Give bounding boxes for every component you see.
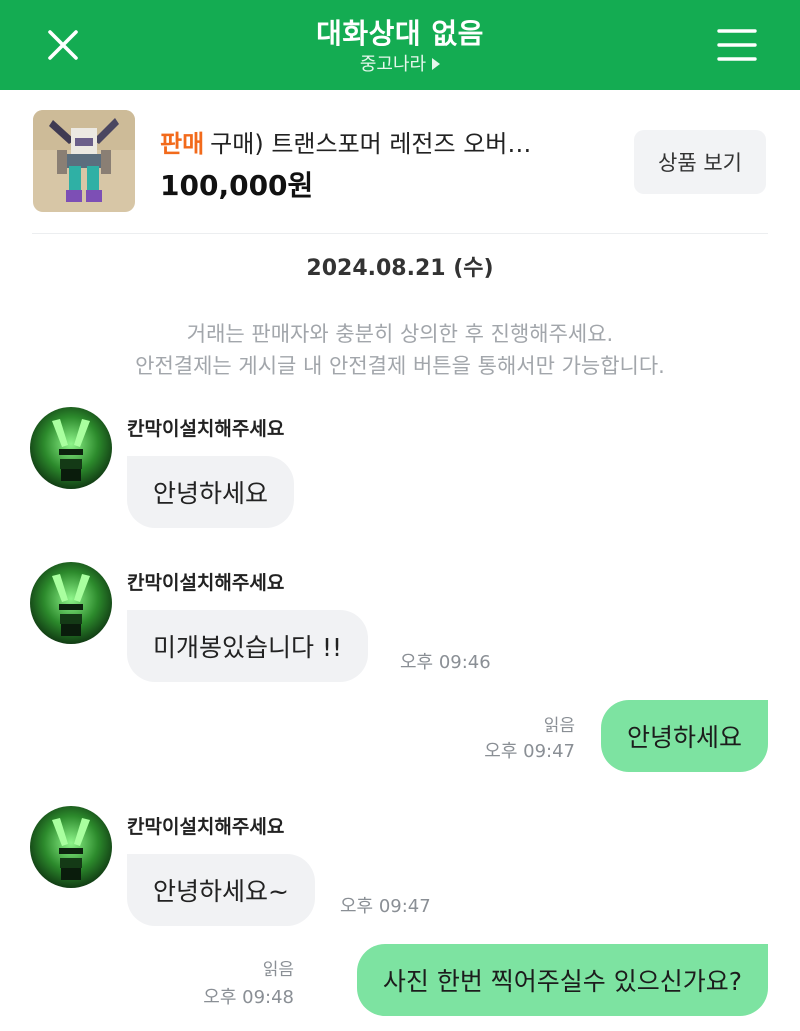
message-time: 오후 09:48 — [203, 987, 294, 1008]
sale-tag: 판매 — [160, 130, 205, 158]
incoming-message[interactable]: 안녕하세요 — [127, 456, 295, 528]
sender-name: 칸막이설치해주세요 — [127, 572, 285, 594]
app-name-link[interactable]: 중고나라 — [0, 50, 800, 76]
read-receipt: 읽음 — [543, 716, 575, 736]
avatar[interactable] — [30, 407, 112, 489]
notice-line: 거래는 판매자와 충분히 상의한 후 진행해주세요. — [186, 322, 614, 346]
product-card[interactable]: 판매 구매) 트랜스포머 레전즈 오버… 100,000원 상품 보기 — [0, 90, 800, 235]
view-product-button[interactable]: 상품 보기 — [634, 130, 766, 194]
read-receipt: 읽음 — [262, 960, 294, 980]
outgoing-message[interactable]: 사진 한번 찍어주실수 있으신가요? — [356, 944, 768, 1016]
message-time: 오후 09:47 — [340, 896, 431, 917]
app-name: 중고나라 — [359, 54, 427, 75]
avatar[interactable] — [30, 806, 112, 888]
safety-notice: 거래는 판매자와 충분히 상의한 후 진행해주세요. 안전결제는 게시글 내 안… — [0, 318, 800, 382]
product-title-text: 구매) 트랜스포머 레전즈 오버… — [210, 130, 532, 158]
product-price: 100,000원 — [160, 169, 314, 202]
avatar[interactable] — [30, 562, 112, 644]
incoming-message[interactable]: 안녕하세요~ — [127, 854, 315, 926]
chat-header: 대화상대 없음 중고나라 — [0, 0, 800, 90]
outgoing-message[interactable]: 안녕하세요 — [600, 700, 768, 772]
message-time: 오후 09:46 — [400, 652, 491, 673]
chat-partner-title: 대화상대 없음 — [316, 17, 484, 50]
menu-icon — [717, 29, 757, 61]
incoming-message[interactable]: 미개봉있습니다 !! — [127, 610, 368, 682]
message-time: 오후 09:47 — [484, 741, 575, 762]
divider — [32, 233, 768, 234]
menu-button[interactable] — [712, 20, 762, 70]
sender-name: 칸막이설치해주세요 — [127, 418, 285, 440]
date-separator: 2024.08.21 (수) — [306, 256, 494, 281]
sender-name: 칸막이설치해주세요 — [127, 816, 285, 838]
product-thumbnail[interactable] — [33, 110, 135, 212]
notice-line: 안전결제는 게시글 내 안전결제 버튼을 통해서만 가능합니다. — [135, 354, 665, 378]
chevron-right-icon — [432, 57, 441, 70]
product-title: 판매 구매) 트랜스포머 레전즈 오버… — [160, 124, 610, 159]
